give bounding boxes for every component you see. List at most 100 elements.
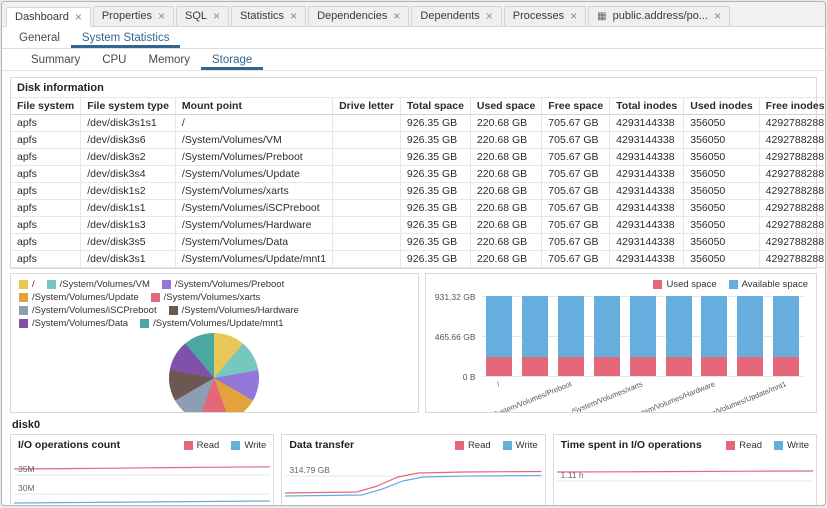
legend-label: /System/Volumes/Update bbox=[32, 292, 139, 303]
tab-memory[interactable]: Memory bbox=[137, 49, 201, 70]
disk-table-cell: / bbox=[175, 115, 332, 132]
disk-table-cell: 4293144338 bbox=[610, 217, 684, 234]
disk-table-cell: /dev/disk3s2 bbox=[81, 149, 176, 166]
column-header-used-space: Used space bbox=[470, 98, 541, 115]
tab-close-icon[interactable]: × bbox=[290, 10, 297, 22]
legend-item-system-volumes-preboot: /System/Volumes/Preboot bbox=[162, 279, 284, 290]
legend-swatch bbox=[19, 319, 28, 328]
disk-table-cell: 4293144338 bbox=[610, 149, 684, 166]
x-axis-label-text: /System/Volumes/xarts bbox=[570, 379, 644, 413]
tab-storage[interactable]: Storage bbox=[201, 49, 263, 70]
available-space-segment bbox=[486, 296, 512, 357]
y-axis-tick-label: 1.11 h bbox=[561, 470, 584, 480]
disk-table-cell: 926.35 GB bbox=[400, 234, 470, 251]
disk-table-cell: 4292788288 bbox=[759, 132, 825, 149]
disk-table-cell: 356050 bbox=[684, 132, 759, 149]
disk-table-cell bbox=[333, 115, 401, 132]
doc-tab-statistics[interactable]: Statistics × bbox=[231, 6, 306, 26]
disk-table-cell: /dev/disk1s3 bbox=[81, 217, 176, 234]
column-header-file-system-type: File system type bbox=[81, 98, 176, 115]
disk-table-cell bbox=[333, 166, 401, 183]
disk-table-row: apfs/dev/disk3s1/System/Volumes/Update/m… bbox=[11, 251, 825, 268]
legend-swatch bbox=[151, 293, 160, 302]
disk-table-cell: 220.68 GB bbox=[470, 251, 541, 268]
x-axis-label-text: / bbox=[496, 379, 501, 388]
tab-close-icon[interactable]: × bbox=[75, 11, 82, 23]
doc-tab-label: Properties bbox=[102, 10, 152, 22]
doc-tab-label: SQL bbox=[185, 10, 207, 22]
tab-close-icon[interactable]: × bbox=[393, 10, 400, 22]
disk-table-cell: 356050 bbox=[684, 166, 759, 183]
legend-label: /System/Volumes/Update/mnt1 bbox=[153, 318, 283, 329]
y-axis-tick-label: 0 B bbox=[463, 372, 476, 382]
disk-table-cell: 220.68 GB bbox=[470, 166, 541, 183]
tab-general[interactable]: General bbox=[8, 27, 71, 48]
disk-table-cell: 220.68 GB bbox=[470, 200, 541, 217]
disk-table-cell: apfs bbox=[11, 166, 81, 183]
dashboard-nav-tabs: GeneralSystem Statistics bbox=[2, 27, 825, 49]
tab-close-icon[interactable]: × bbox=[714, 10, 721, 22]
bar-chart-y-axis: 931.32 GB465.66 GB0 B bbox=[430, 296, 482, 410]
legend-swatch bbox=[774, 441, 783, 450]
tab-cpu[interactable]: CPU bbox=[91, 49, 137, 70]
legend-label: Used space bbox=[666, 279, 716, 290]
tab-close-icon[interactable]: × bbox=[486, 10, 493, 22]
tab-summary[interactable]: Summary bbox=[20, 49, 91, 70]
disk-table-cell: /dev/disk3s1s1 bbox=[81, 115, 176, 132]
disk-table-cell: 220.68 GB bbox=[470, 234, 541, 251]
legend-swatch bbox=[653, 280, 662, 289]
disk-table-row: apfs/dev/disk1s3/System/Volumes/Hardware… bbox=[11, 217, 825, 234]
doc-tab-processes[interactable]: Processes× bbox=[504, 6, 586, 26]
legend-label: Write bbox=[516, 440, 538, 451]
panel-header: I/O operations countReadWrite bbox=[11, 435, 273, 453]
column-header-total-space: Total space bbox=[400, 98, 470, 115]
dashboard-content: Disk information File systemFile system … bbox=[2, 71, 825, 505]
tab-close-icon[interactable]: × bbox=[213, 10, 220, 22]
disk-table-cell: /System/Volumes/xarts bbox=[175, 183, 332, 200]
disk-table-cell: apfs bbox=[11, 251, 81, 268]
doc-tab-dashboard[interactable]: Dashboard × bbox=[6, 7, 91, 27]
used-space-segment bbox=[630, 357, 656, 376]
table-icon: ▦ bbox=[597, 11, 606, 22]
tab-system-statistics[interactable]: System Statistics bbox=[71, 27, 181, 48]
disk-table-cell: 705.67 GB bbox=[542, 234, 610, 251]
tab-close-icon[interactable]: × bbox=[158, 10, 165, 22]
disk-table-cell: 4292788288 bbox=[759, 149, 825, 166]
doc-tab-dependents[interactable]: Dependents× bbox=[411, 6, 501, 26]
available-space-segment bbox=[701, 296, 727, 357]
panel-title: I/O operations count bbox=[18, 439, 120, 451]
line-chart-i-o-operations-count: 35M30M bbox=[14, 456, 270, 505]
disk-table-cell: 705.67 GB bbox=[542, 149, 610, 166]
doc-tab-dependencies[interactable]: Dependencies× bbox=[308, 6, 409, 26]
disk-table-cell: 356050 bbox=[684, 234, 759, 251]
panel-data-transfer: Data transferReadWrite314.79 GB bbox=[281, 434, 545, 505]
disk-table-row: apfs/dev/disk3s4/System/Volumes/Update92… bbox=[11, 166, 825, 183]
doc-tab-public-address-po[interactable]: ▦public.address/po...× bbox=[588, 6, 730, 26]
doc-tab-label: Dashboard bbox=[15, 11, 69, 23]
disk-table-cell: 4292788288 bbox=[759, 251, 825, 268]
disk-table-row: apfs/dev/disk1s2/System/Volumes/xarts926… bbox=[11, 183, 825, 200]
storage-charts-row: / /System/Volumes/VM/System/Volumes/Prebo… bbox=[10, 273, 817, 413]
legend-swatch bbox=[47, 280, 56, 289]
used-space-segment bbox=[558, 357, 584, 376]
used-space-segment bbox=[666, 357, 692, 376]
column-header-mount-point: Mount point bbox=[175, 98, 332, 115]
disk0-charts-row: I/O operations countReadWrite35M30MData … bbox=[10, 434, 817, 505]
disk-table-cell: 220.68 GB bbox=[470, 115, 541, 132]
legend-swatch bbox=[231, 441, 240, 450]
disk-table-cell: 4293144338 bbox=[610, 234, 684, 251]
disk-table-cell: 4293144338 bbox=[610, 200, 684, 217]
stacked-bar-system-volumes-iscpreboot bbox=[666, 296, 692, 376]
doc-tab-sql[interactable]: SQL × bbox=[176, 6, 229, 26]
doc-tab-label: Statistics bbox=[240, 10, 284, 22]
doc-tab-properties[interactable]: Properties × bbox=[93, 6, 174, 26]
disk-usage-pie-chart bbox=[169, 333, 259, 413]
legend-item-system-volumes-vm: /System/Volumes/VM bbox=[47, 279, 150, 290]
legend-label: Read bbox=[739, 440, 762, 451]
legend-item-write: Write bbox=[774, 440, 809, 451]
tab-close-icon[interactable]: × bbox=[570, 10, 577, 22]
disk-table-cell: apfs bbox=[11, 149, 81, 166]
legend-label: /System/Volumes/VM bbox=[60, 279, 150, 290]
disk-table-cell: 926.35 GB bbox=[400, 166, 470, 183]
legend-label: /System/Volumes/Preboot bbox=[175, 279, 284, 290]
